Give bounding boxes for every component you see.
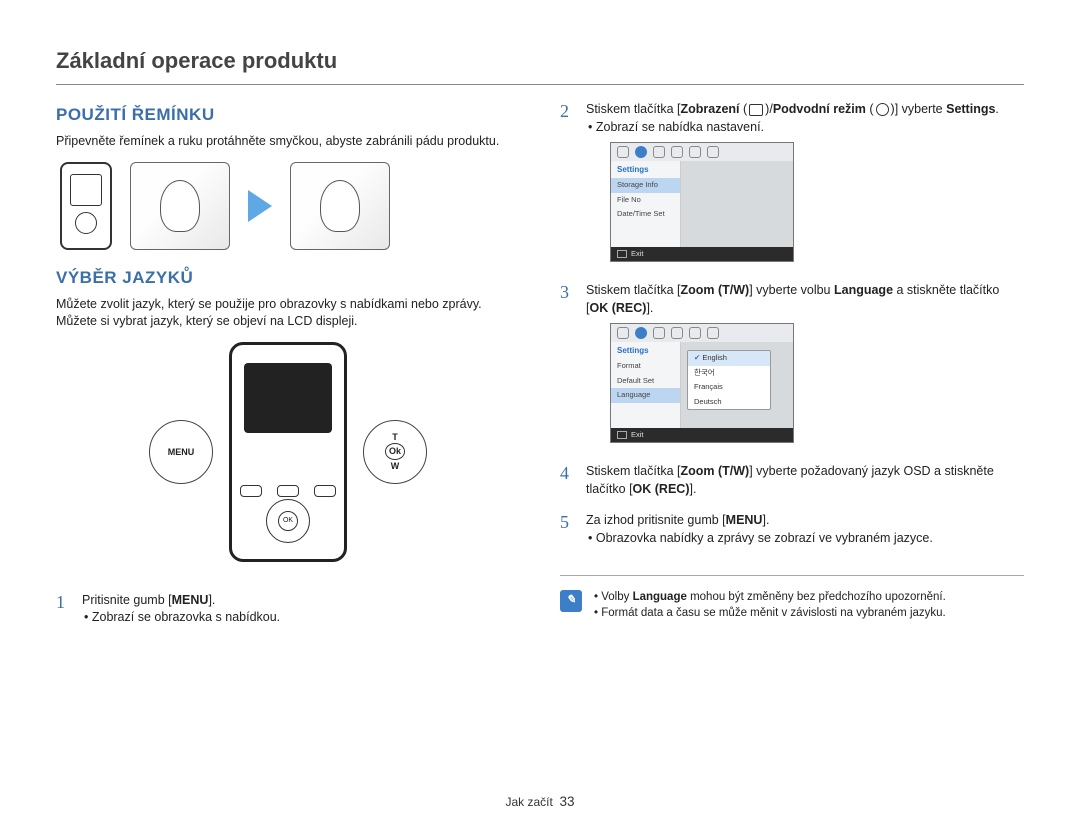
dpad-ok-label: Ok — [385, 443, 405, 460]
step-1: 1 Pritisnite gumb [MENU]. Zobrazí se obr… — [56, 592, 520, 627]
right-column: 2 Stiskem tlačítka [Zobrazení ()/Podvodn… — [560, 101, 1024, 641]
step-2-text: Stiskem tlačítka [Zobrazení ()/Podvodní … — [586, 101, 1024, 119]
menu-callout-icon: MENU — [149, 420, 213, 484]
underwater-icon — [876, 103, 889, 116]
language-text: Můžete zvolit jazyk, který se použije pr… — [56, 296, 520, 330]
step-5-bullet: Obrazovka nabídky a zprávy se zobrazí ve… — [598, 530, 1024, 548]
hand-strap-icon — [130, 162, 230, 250]
step-3: 3 Stiskem tlačítka [Zoom (T/W)] vyberte … — [560, 282, 1024, 449]
step-4: 4 Stiskem tlačítka [Zoom (T/W)] vyberte … — [560, 463, 1024, 498]
ss2-format: Format — [611, 359, 680, 374]
settings-tab-icon — [635, 146, 647, 158]
device-controls-illustration: MENU T Ok W — [56, 342, 520, 562]
lang-english: English — [688, 351, 770, 366]
dpad-w-label: W — [391, 460, 400, 473]
left-column: POUŽITÍ ŘEMÍNKU Připevněte řemínek a ruk… — [56, 101, 520, 641]
ss2-exit: Exit — [631, 430, 644, 441]
note-box: ✎ Volby Language mohou být změněny bez p… — [560, 575, 1024, 621]
ss2-default-set: Default Set — [611, 374, 680, 389]
step-5-number: 5 — [560, 512, 574, 547]
note-1: Volby Language mohou být změněny bez pře… — [604, 590, 946, 606]
lang-deutsch: Deutsch — [688, 395, 770, 410]
ss2-header: Settings — [611, 342, 680, 359]
device-front-icon — [60, 162, 112, 250]
settings-screenshot-2: Settings Format Default Set Language Eng… — [610, 323, 794, 443]
settings-tab-icon — [635, 327, 647, 339]
ss1-exit: Exit — [631, 249, 644, 260]
step-3-number: 3 — [560, 282, 574, 449]
note-2: Formát data a času se může měnit v závis… — [604, 606, 946, 622]
ss1-datetime: Date/Time Set — [611, 207, 680, 222]
ss1-file-no: File No — [611, 193, 680, 208]
page-title: Základní operace produktu — [56, 48, 1024, 85]
page-number: 33 — [560, 794, 575, 809]
step-3-text: Stiskem tlačítka [Zoom (T/W)] vyberte vo… — [586, 282, 1024, 317]
step-4-text: Stiskem tlačítka [Zoom (T/W)] vyberte po… — [586, 463, 1024, 498]
return-icon — [617, 431, 627, 439]
hand-holding-device-icon — [290, 162, 390, 250]
ss2-language: Language — [611, 388, 680, 403]
ss1-storage-info: Storage Info — [611, 178, 680, 193]
step-1-number: 1 — [56, 592, 70, 627]
strap-heading: POUŽITÍ ŘEMÍNKU — [56, 105, 520, 125]
language-popup: English 한국어 Français Deutsch — [687, 350, 771, 410]
step-2: 2 Stiskem tlačítka [Zobrazení ()/Podvodn… — [560, 101, 1024, 268]
step-2-number: 2 — [560, 101, 574, 268]
lang-korean: 한국어 — [688, 366, 770, 381]
dpad-callout-icon: T Ok W — [363, 420, 427, 484]
strap-text: Připevněte řemínek a ruku protáhněte smy… — [56, 133, 520, 150]
ss1-header: Settings — [611, 161, 680, 178]
strap-illustration — [60, 162, 516, 250]
step-4-number: 4 — [560, 463, 574, 498]
device-large-icon — [229, 342, 347, 562]
language-heading: VÝBĚR JAZYKŮ — [56, 268, 520, 288]
step-2-bullet: Zobrazí se nabídka nastavení. — [598, 119, 1024, 137]
display-icon — [749, 104, 763, 116]
lang-francais: Français — [688, 380, 770, 395]
dpad-t-label: T — [392, 431, 398, 444]
footer-section: Jak začít — [505, 795, 552, 809]
return-icon — [617, 250, 627, 258]
page-footer: Jak začít 33 — [0, 794, 1080, 809]
note-icon: ✎ — [560, 590, 582, 612]
step-1-text: Pritisnite gumb [MENU]. — [82, 592, 520, 610]
step-5-text: Za izhod pritisnite gumb [MENU]. — [586, 512, 1024, 530]
settings-screenshot-1: Settings Storage Info File No Date/Time … — [610, 142, 794, 262]
arrow-right-icon — [248, 190, 272, 222]
step-1-bullet: Zobrazí se obrazovka s nabídkou. — [94, 609, 520, 627]
step-5: 5 Za izhod pritisnite gumb [MENU]. Obraz… — [560, 512, 1024, 547]
